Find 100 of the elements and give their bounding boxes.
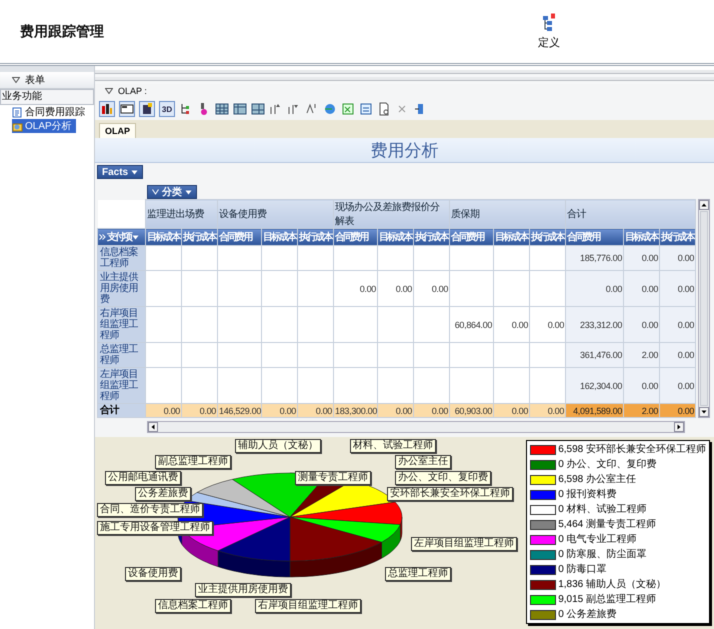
column-header: 执行成本 (182, 228, 218, 246)
slice-label: 公务差旅费 (135, 487, 191, 501)
row-header: 信息档案工程师 (98, 246, 146, 270)
table-cell: 0.00 (530, 306, 566, 342)
table-cell: 361,476.00 (566, 342, 624, 368)
row-dimension-button[interactable]: 支付项 (98, 228, 146, 246)
export-icon[interactable] (323, 102, 337, 116)
column-dimension-button[interactable]: 分类 (147, 185, 197, 199)
table-cell: 2.00 (624, 404, 660, 418)
facts-button[interactable]: Facts (97, 165, 144, 179)
table-cell: 0.00 (414, 404, 450, 418)
table-cell: 0.00 (660, 368, 696, 404)
slice-label: 测量专责工程师 (295, 471, 371, 485)
report-title: 费用分析 (95, 138, 714, 163)
sort-icon[interactable] (287, 102, 301, 116)
legend-label: 0 防毒口罩 (558, 562, 607, 577)
table-cell: 2.00 (624, 342, 660, 368)
legend-label: 0 公务差旅费 (558, 608, 617, 622)
row-header: 左岸项目组监理工程师 (98, 368, 146, 404)
section-title: 表单 (25, 74, 45, 87)
table-cell: 183,300.00 (334, 404, 378, 418)
table-cell: 146,529.00 (218, 404, 262, 418)
table-cell: 0.00 (494, 306, 530, 342)
slice-label: 左岸项目组监理工程师 (411, 537, 517, 551)
table-cell: 233,312.00 (566, 306, 624, 342)
define-button[interactable]: 定义 (536, 11, 562, 52)
column-group-header: 设备使用费 (218, 200, 334, 228)
column-header: 合同费用 (334, 228, 378, 246)
caret-icon (185, 190, 192, 194)
slice-label: 副总监理工程师 (155, 455, 231, 469)
row-header: 总监理工程师 (98, 342, 146, 368)
table-cell: 0.00 (298, 404, 334, 418)
column-group-header: 现场办公及差旅费报价分解表 (334, 200, 450, 228)
table-cell: 0.00 (262, 404, 298, 418)
card-button[interactable] (119, 101, 135, 117)
double-chevron-icon (99, 234, 106, 240)
column-header: 执行成本 (298, 228, 334, 246)
table-cell: 162,304.00 (566, 368, 624, 404)
legend-label: 0 材料、试验工程师 (558, 502, 647, 517)
document-icon[interactable] (359, 102, 373, 116)
slice-label: 业主提供用房使用费 (195, 583, 291, 597)
row-header: 业主提供用房使用费 (98, 270, 146, 306)
chart-button[interactable] (139, 101, 155, 117)
slice-label: 办公、文印、复印费 (395, 471, 491, 485)
table-cell: 0.00 (566, 270, 624, 306)
table-cell: 0.00 (624, 246, 660, 270)
column-group-header: 质保期 (450, 200, 566, 228)
row-header: 合计 (98, 404, 146, 418)
tab[interactable]: OLAP (99, 123, 136, 138)
slice-label: 辅助人员（文秘） (235, 439, 321, 453)
document-icon (12, 106, 23, 118)
collapse-icon (105, 88, 113, 94)
legend-label: 0 电气专业工程师 (558, 532, 637, 547)
column-header: 合同费用 (450, 228, 494, 246)
toolbar-label: OLAP : (118, 86, 147, 96)
table-cell: 60,864.00 (450, 306, 494, 342)
column-header: 执行成本 (660, 228, 696, 246)
column-header: 目标成本 (494, 228, 530, 246)
caret-icon (132, 234, 140, 240)
scrollbar-thumb[interactable] (700, 211, 708, 406)
legend-label: 0 防寒服、防尘面罩 (558, 548, 647, 562)
table-cell: 0.00 (146, 404, 182, 418)
table-cell: 0.00 (660, 270, 696, 306)
slice-label: 合同、造价专责工程师 (97, 503, 203, 517)
table-cell: 0.00 (494, 404, 530, 418)
table-cell: 0.00 (624, 270, 660, 306)
legend-label: 6,598 安环部长兼安全环保工程师 (558, 442, 706, 457)
table-cell: 0.00 (624, 368, 660, 404)
legend-label: 0 报刊资料费 (558, 488, 617, 502)
table-cell: 0.00 (378, 404, 414, 418)
table-cell: 60,903.00 (450, 404, 494, 418)
column-header: 目标成本 (262, 228, 298, 246)
table-cell: 0.00 (624, 306, 660, 342)
slice-label: 右岸项目组监理工程师 (255, 599, 361, 613)
slice-label: 安环部长兼安全环保工程师 (387, 487, 513, 501)
column-header: 合同费用 (566, 228, 624, 246)
slice-label: 设备使用费 (125, 567, 181, 581)
bar-chart-button[interactable] (99, 101, 115, 117)
slice-label: 施工专用设备管理工程师 (97, 521, 213, 535)
tree-item[interactable]: 合同费用跟踪 (12, 105, 89, 119)
grid-icon[interactable] (233, 102, 247, 116)
slice-label: 材料、试验工程师 (350, 439, 436, 453)
3d-button[interactable]: 3D (159, 101, 175, 117)
table-cell: 0.00 (414, 270, 450, 306)
grid-icon[interactable] (215, 102, 229, 116)
table-cell: 0.00 (182, 404, 218, 418)
grid-icon[interactable] (251, 102, 265, 116)
column-header: 目标成本 (146, 228, 182, 246)
legend-label: 5,464 测量专责工程师 (558, 518, 656, 532)
table-cell: 4,091,589.00 (566, 404, 624, 418)
slice-label: 办公室主任 (395, 455, 451, 469)
table-cell: 185,776.00 (566, 246, 624, 270)
slice-label: 总监理工程师 (385, 567, 451, 581)
legend-label: 6,598 办公室主任 (558, 472, 636, 487)
tree-item[interactable]: OLAP分析 (12, 119, 76, 133)
table-cell: 0.00 (660, 342, 696, 368)
spreadsheet-icon[interactable] (341, 102, 355, 116)
sort-icon[interactable] (269, 102, 283, 116)
group-header: 业务功能 (0, 89, 94, 105)
page-icon[interactable] (377, 102, 391, 116)
